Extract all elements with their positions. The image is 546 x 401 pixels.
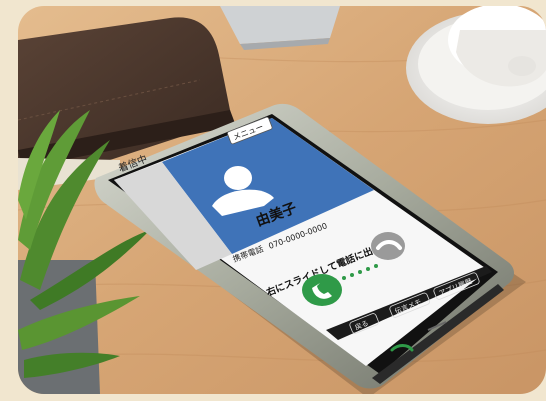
phone-decline-icon[interactable] [371, 232, 405, 260]
laptop-corner [220, 6, 340, 44]
photo: 着信中 メニュー 由美子 携帯電話 070-0000-0000 右にスライドして… [0, 0, 546, 401]
phone-answer-icon[interactable] [302, 274, 342, 306]
